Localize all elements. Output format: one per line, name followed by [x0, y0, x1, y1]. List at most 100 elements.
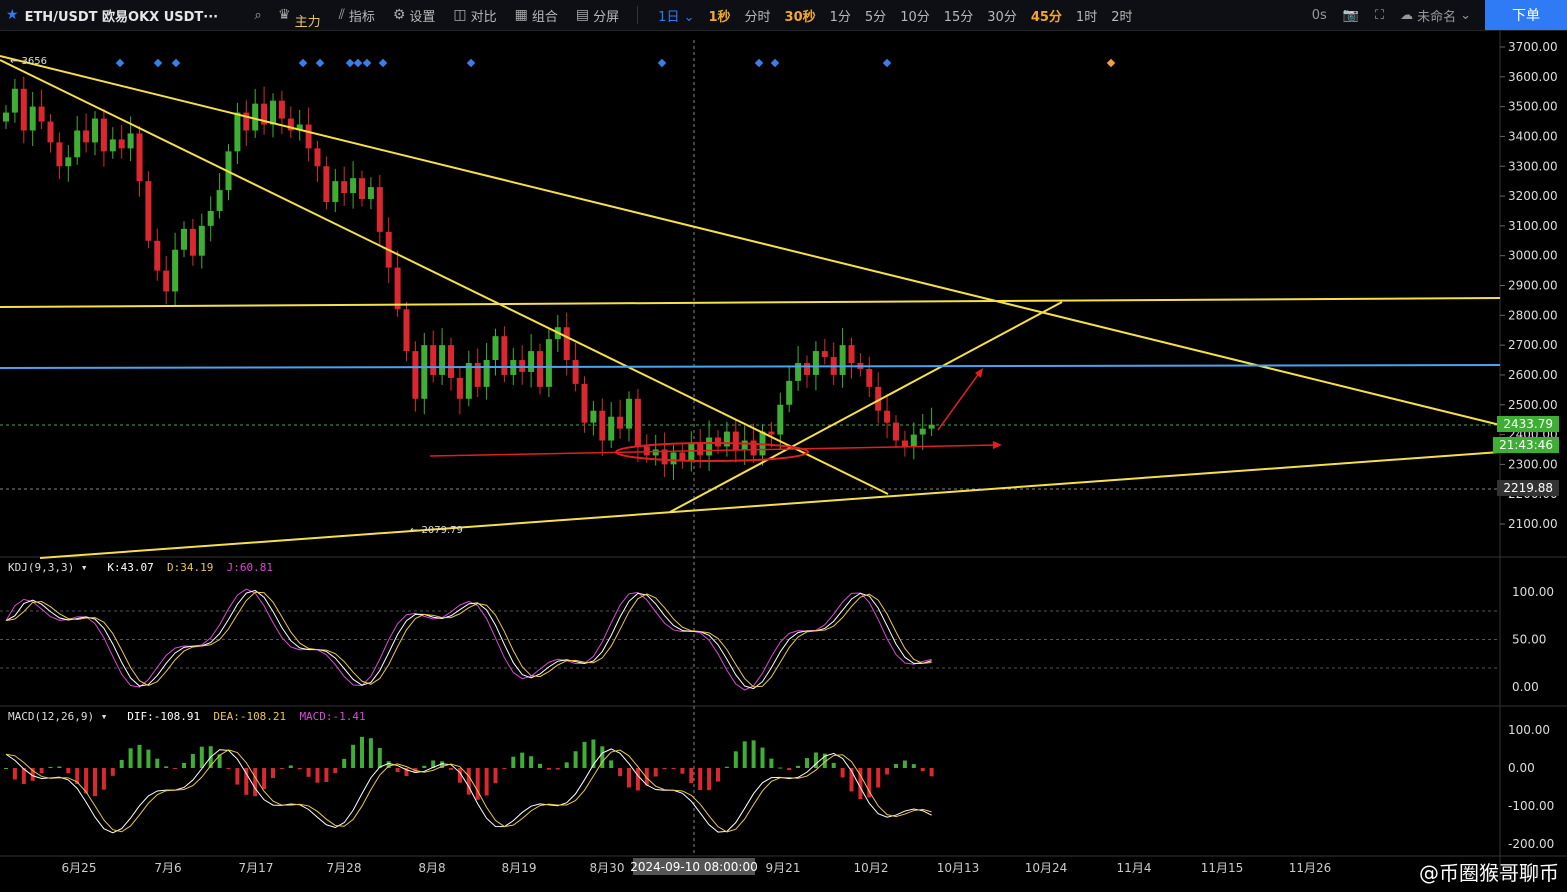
interval-tab-8[interactable]: 30分 — [987, 6, 1017, 25]
star-icon[interactable]: ★ — [6, 7, 19, 23]
candle-body — [412, 351, 419, 399]
candle-body — [225, 151, 232, 191]
candle-body — [723, 431, 730, 447]
macd-histogram-bar — [769, 758, 774, 768]
account-label[interactable]: 未命名 — [1417, 6, 1456, 25]
macd-legend[interactable]: MACD(12,26,9) ▾ DIF:-108.91 DEA:-108.21 … — [8, 710, 366, 723]
price-axis-label: 3300.00 — [1508, 159, 1558, 173]
candle-body — [537, 351, 543, 387]
macd-histogram-bar — [324, 768, 329, 782]
price-axis-label: 3600.00 — [1508, 70, 1558, 84]
candle-body — [661, 449, 668, 465]
macd-histogram-bar — [813, 752, 818, 768]
macd-histogram-bar — [101, 768, 106, 790]
symbol-title[interactable]: ETH/USDT 欧易OKX USDT··· — [25, 6, 219, 25]
macd-histogram-bar — [404, 768, 409, 777]
trendline-lower — [39, 451, 1501, 559]
time-axis-label: 7月6 — [154, 861, 181, 875]
interval-tab-3[interactable]: 30秒 — [785, 6, 816, 25]
combo-button[interactable]: ▦ 组合 — [515, 6, 558, 25]
macd-histogram-bar — [466, 768, 471, 795]
macd-histogram-bar — [689, 768, 694, 783]
red-arrow-head — [993, 441, 1002, 449]
candle-body — [554, 327, 561, 340]
candle-body — [127, 133, 134, 149]
signal-marker — [315, 58, 325, 68]
settings-button[interactable]: ⚙ 设置 — [393, 6, 436, 25]
cloud-icon[interactable]: ☁ — [1400, 8, 1413, 23]
interval-tab-0[interactable]: 1日 ⌄ — [658, 6, 694, 25]
order-button[interactable]: 下单 — [1485, 0, 1567, 30]
compare-icon: ◫ — [453, 7, 467, 23]
price-axis-label: 2600.00 — [1508, 368, 1558, 382]
macd-histogram-bar — [360, 736, 364, 768]
camera-icon[interactable]: 📷 — [1343, 8, 1359, 23]
interval-tabs: 1日 ⌄ 1秒 分时 30秒 1分 5分 10分 15分 30分 45分 1时 2时 — [658, 6, 1146, 25]
candle-body — [296, 124, 303, 131]
signal-marker — [770, 58, 780, 68]
signal-marker — [171, 58, 181, 68]
macd-histogram-bar — [333, 768, 338, 774]
chart-canvas[interactable]: ← 3656 ← 2079.79 100.00 50.00 0.00 100.00 0.… — [0, 0, 1567, 892]
macd-histogram-bar — [199, 746, 204, 768]
macd-histogram-bar — [306, 768, 311, 777]
candle-body — [20, 88, 27, 131]
interval-tab-7[interactable]: 15分 — [944, 6, 974, 25]
price-axis-label: 2500.00 — [1508, 398, 1558, 412]
signal-marker — [115, 58, 125, 68]
macd-value: MACD:-1.41 — [299, 710, 366, 723]
interval-tab-2[interactable]: 分时 — [745, 6, 771, 25]
candle-body — [11, 88, 18, 113]
macd-histogram-bar — [93, 768, 97, 797]
candle-body — [795, 363, 802, 381]
interval-tab-9[interactable]: 45分 — [1031, 6, 1062, 25]
candle-body — [314, 148, 321, 167]
split-button[interactable]: ▤ 分屏 — [576, 6, 619, 25]
candle-body — [261, 103, 268, 125]
candle-body — [287, 118, 294, 131]
macd-histogram-bar — [110, 768, 115, 776]
interval-tab-1[interactable]: 1秒 — [708, 6, 730, 25]
macd-dif-line — [5, 748, 932, 834]
signal-marker — [378, 58, 388, 68]
kdj-k-line — [5, 589, 932, 690]
close-label: 收: — [406, 36, 424, 49]
candle-body — [528, 351, 535, 372]
symbol-area[interactable]: ★ ETH/USDT 欧易OKX USDT··· — [0, 6, 238, 25]
signal-marker — [345, 58, 355, 68]
macd-histogram-bar — [164, 766, 169, 768]
kdj-legend[interactable]: KDJ(9,3,3) ▾ K:43.07 D:34.19 J:60.81 — [8, 561, 273, 574]
search-icon[interactable]: ⌕ — [238, 8, 278, 23]
candle-body — [154, 240, 161, 271]
chevron-down-icon[interactable]: ⌄ — [1460, 8, 1471, 23]
candle-body — [252, 103, 259, 131]
macd-histogram-bar — [778, 767, 783, 769]
grid-lines — [0, 31, 1567, 892]
macd-histogram-bar — [217, 754, 222, 768]
interval-tab-4[interactable]: 1分 — [830, 6, 851, 25]
red-arrow-up — [937, 371, 981, 431]
interval-tab-10[interactable]: 1时 — [1076, 6, 1097, 25]
interval-tab-5[interactable]: 5分 — [865, 6, 886, 25]
macd-histogram-bar — [30, 768, 35, 781]
compare-button[interactable]: ◫ 对比 — [453, 6, 496, 25]
macd-histogram-bar — [520, 752, 525, 768]
interval-tab-11[interactable]: 2时 — [1111, 6, 1132, 25]
macd-axis-label: -200.00 — [1508, 837, 1554, 851]
zhuli-button[interactable]: ♛ 主力 — [278, 6, 321, 30]
macd-histogram-bar — [635, 768, 640, 791]
candle-body — [830, 357, 837, 375]
fullscreen-icon[interactable]: ⛶ — [1375, 8, 1384, 23]
macd-name: MACD(12,26,9) — [8, 710, 95, 723]
candle-body — [786, 380, 793, 405]
candle-body — [243, 112, 250, 131]
indicators-button[interactable]: ⫽ 指标 — [339, 6, 375, 25]
price-axis-label: 2100.00 — [1508, 517, 1558, 531]
candle-body — [928, 424, 935, 429]
interval-tab-6[interactable]: 10分 — [900, 6, 930, 25]
ohlc-info: 时间:2024-09-10 08:00 开:2359.01 高:2401.00 … — [0, 34, 680, 50]
macd-histogram-bar — [902, 760, 907, 768]
candle-body — [38, 106, 45, 122]
macd-histogram-bar — [262, 768, 267, 790]
candle-body — [181, 228, 187, 250]
